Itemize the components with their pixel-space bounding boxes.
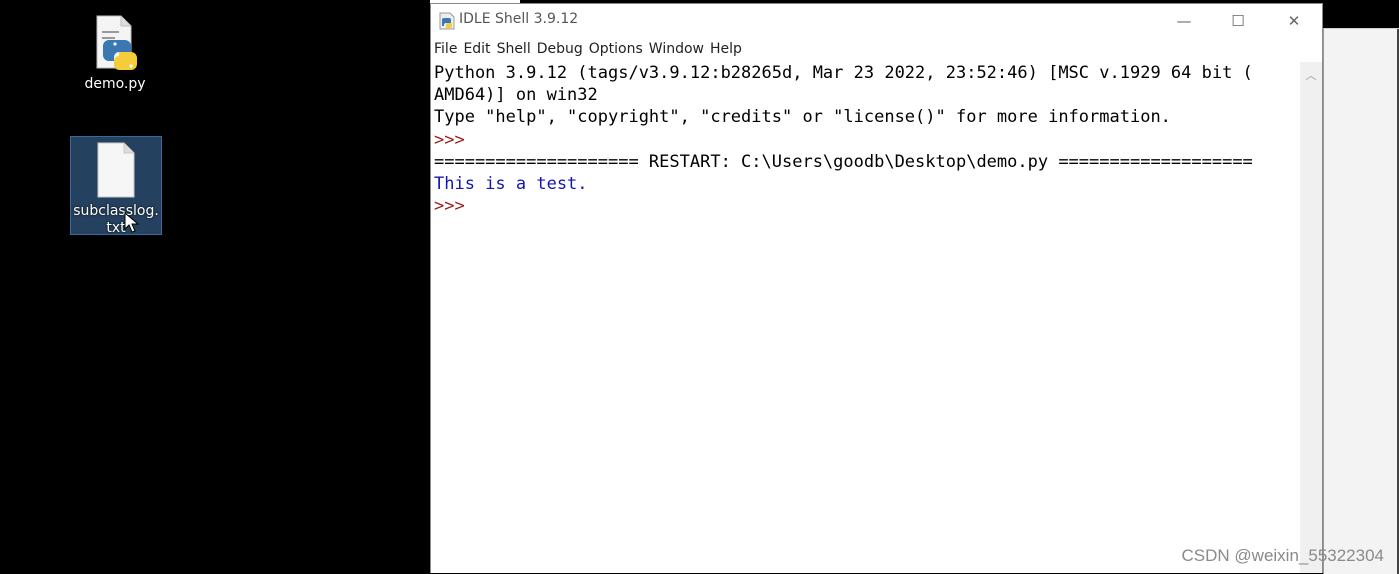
menu-debug[interactable]: Debug [537, 41, 583, 57]
background-window[interactable] [1323, 28, 1399, 574]
minimize-icon: — [1176, 11, 1192, 30]
title-bar[interactable]: IDLE Shell 3.9.12 — ☐ ✕ [431, 4, 1322, 37]
idle-shell-window[interactable]: IDLE Shell 3.9.12 — ☐ ✕ File Edit Shell … [430, 3, 1323, 573]
shell-prompt[interactable]: >>> [434, 195, 1300, 217]
banner-line: Type "help", "copyright", "credits" or "… [434, 107, 1171, 128]
scroll-up-icon[interactable]: ︿ [1300, 67, 1322, 83]
watermark: CSDN @weixin_55322304 [1181, 546, 1384, 565]
close-icon: ✕ [1287, 11, 1301, 30]
maximize-button[interactable]: ☐ [1213, 4, 1263, 37]
window-title: IDLE Shell 3.9.12 [459, 11, 579, 27]
banner-line: Python 3.9.12 (tags/v3.9.12:b28265d, Mar… [434, 63, 1253, 83]
restart-line: ==================== RESTART: C:\Users\g… [434, 151, 1253, 172]
mouse-pointer-icon [124, 211, 140, 234]
python-file-icon [91, 14, 139, 72]
menu-window[interactable]: Window [649, 41, 704, 57]
program-output: This is a test. [434, 174, 588, 195]
close-button[interactable]: ✕ [1269, 4, 1319, 37]
desktop-icon-demo-py[interactable]: demo.py [70, 14, 160, 93]
banner-line: AMD64)] on win32 [434, 85, 598, 106]
desktop-icon-subclasslog-txt[interactable]: subclasslog.txt [70, 136, 162, 236]
menu-edit[interactable]: Edit [463, 41, 490, 57]
vertical-scrollbar[interactable]: ︿ [1300, 62, 1322, 573]
idle-app-icon [439, 12, 455, 30]
shell-text-area[interactable]: Python 3.9.12 (tags/v3.9.12:b28265d, Mar… [431, 62, 1300, 573]
minimize-button[interactable]: — [1159, 4, 1209, 37]
menu-shell[interactable]: Shell [497, 41, 531, 57]
desktop-icon-label: demo.py [84, 76, 146, 92]
menu-file[interactable]: File [434, 41, 457, 57]
desktop: demo.py subclasslog.txt [0, 0, 430, 573]
text-file-icon [92, 141, 140, 199]
menu-help[interactable]: Help [710, 41, 742, 57]
menu-bar: File Edit Shell Debug Options Window Hel… [431, 37, 1322, 61]
menu-options[interactable]: Options [589, 41, 643, 57]
maximize-icon: ☐ [1231, 11, 1245, 30]
desktop-icon-label: subclasslog.txt [73, 203, 159, 236]
shell-prompt: >>> [434, 129, 465, 150]
